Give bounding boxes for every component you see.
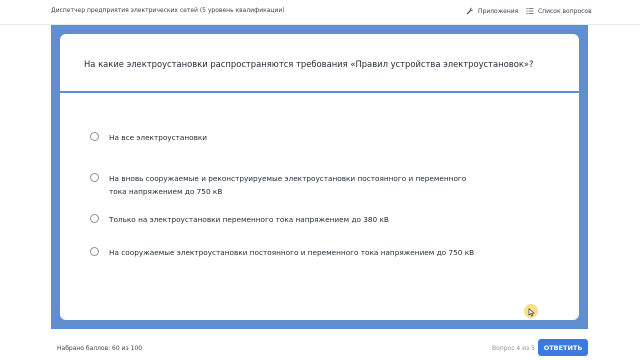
answer-option-3[interactable]: Только на электроустановки переменного т…: [90, 214, 389, 224]
wrench-icon: [466, 7, 474, 15]
questions-list-link-label: Список вопросов: [538, 7, 592, 15]
radio-button[interactable]: [90, 132, 99, 141]
questions-list-link[interactable]: Список вопросов: [526, 5, 592, 17]
answer-option-label: На сооружаемые электроустановки постоянн…: [109, 248, 475, 257]
answer-option-label: На все электроустановки: [109, 133, 208, 142]
answer-option-2[interactable]: На вновь сооружаемые и реконструируемые …: [90, 173, 466, 196]
answer-option-label: Только на электроустановки переменного т…: [109, 215, 389, 224]
answer-option-1[interactable]: На все электроустановки: [90, 132, 207, 142]
answer-option-label: На вновь сооружаемые и реконструируемые …: [109, 174, 467, 196]
mouse-pointer-icon: [528, 308, 535, 317]
radio-button[interactable]: [90, 247, 99, 256]
radio-button[interactable]: [90, 214, 99, 223]
app-title: Диспетчер предприятия электрических сете…: [51, 7, 285, 14]
top-bar: Диспетчер предприятия электрических сете…: [0, 0, 640, 25]
question-stage: На какие электроустановки распространяют…: [51, 25, 588, 329]
list-icon: [526, 8, 534, 14]
mouse-cursor-highlight: [524, 304, 538, 318]
radio-button[interactable]: [90, 173, 99, 182]
footer-bar: Набрано баллов: 60 из 100 Вопрос 4 из 5 …: [0, 330, 640, 360]
apps-link-label: Приложения: [478, 7, 519, 15]
question-card: На какие электроустановки распространяют…: [60, 34, 579, 320]
score-text: Набрано баллов: 60 из 100: [57, 345, 143, 352]
apps-link[interactable]: Приложения: [466, 5, 518, 17]
question-text: На какие электроустановки распространяют…: [84, 59, 534, 69]
answer-option-4[interactable]: На сооружаемые электроустановки постоянн…: [90, 247, 474, 257]
question-progress: Вопрос 4 из 5: [492, 345, 535, 352]
question-divider: [60, 91, 579, 93]
submit-answer-button[interactable]: ОТВЕТИТЬ: [538, 339, 588, 356]
